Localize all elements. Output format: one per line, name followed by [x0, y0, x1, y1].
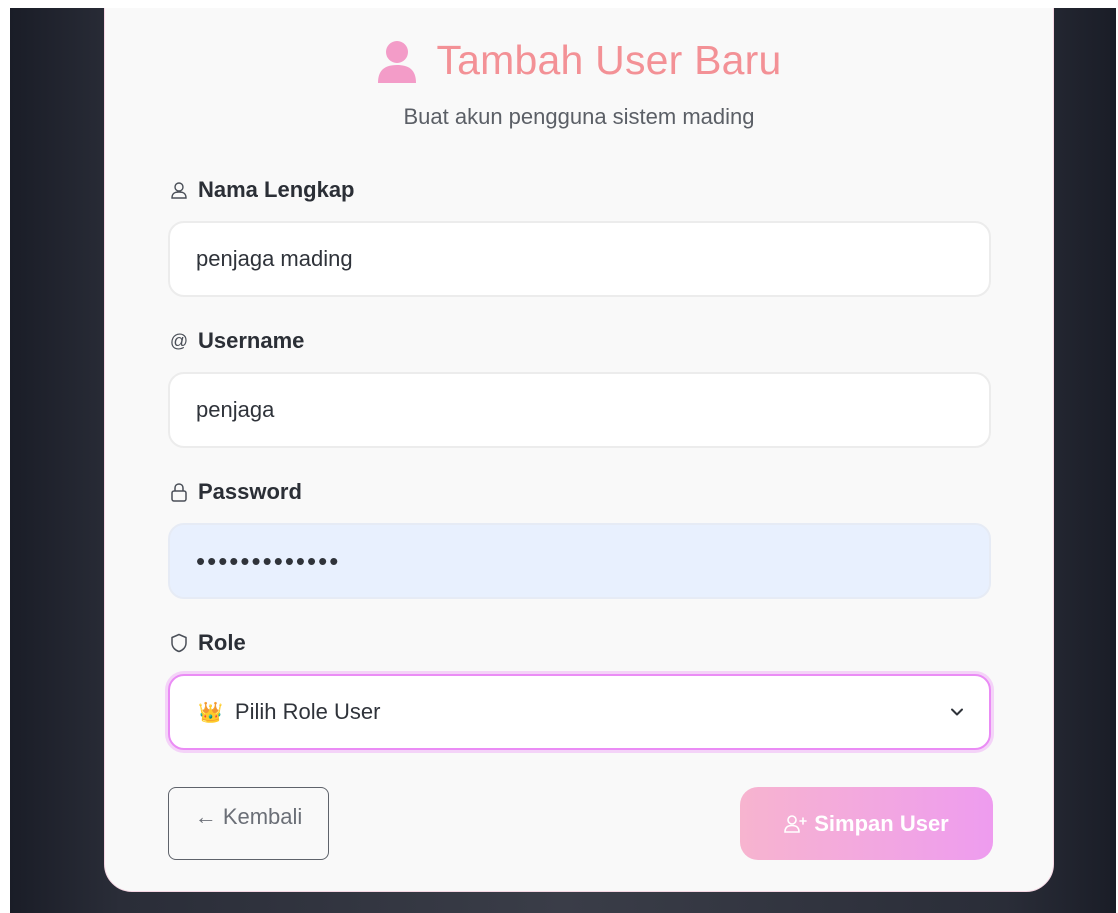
- back-button[interactable]: ← Kembali: [168, 787, 329, 860]
- password-input[interactable]: •••••••••••••: [168, 523, 991, 599]
- page-title: Tambah User Baru: [436, 37, 782, 83]
- at-icon: @: [169, 330, 189, 351]
- password-label-text: Password: [198, 479, 302, 504]
- chevron-down-icon: [951, 708, 963, 716]
- nama-lengkap-input[interactable]: penjaga mading: [168, 221, 991, 297]
- page-background: Tambah User Baru Buat akun pengguna sist…: [10, 8, 1116, 913]
- lock-icon: [168, 481, 190, 503]
- password-value: •••••••••••••: [196, 545, 341, 576]
- role-label-text: Role: [198, 630, 246, 655]
- role-select-value: Pilih Role User: [234, 699, 381, 724]
- form-header: Tambah User Baru Buat akun pengguna sist…: [105, 37, 1053, 130]
- nama-lengkap-label-text: Nama Lengkap: [198, 177, 355, 202]
- nama-lengkap-label: Nama Lengkap: [168, 177, 355, 203]
- title-row: Tambah User Baru: [376, 37, 781, 84]
- username-input[interactable]: penjaga: [168, 372, 991, 448]
- username-value: penjaga: [196, 397, 275, 422]
- user-icon: [378, 40, 417, 83]
- role-label: Role: [168, 630, 246, 656]
- page-subtitle: Buat akun pengguna sistem mading: [403, 103, 755, 129]
- role-select[interactable]: 👑 Pilih Role User: [168, 674, 991, 750]
- username-label: @ Username: [168, 328, 305, 354]
- add-user-card: Tambah User Baru Buat akun pengguna sist…: [104, 8, 1054, 892]
- username-label-text: Username: [198, 328, 305, 353]
- save-button-label: Simpan User: [814, 810, 949, 836]
- back-button-label: ← Kembali: [194, 804, 303, 829]
- shield-icon: [168, 632, 190, 654]
- user-plus-icon: [784, 814, 808, 833]
- nama-lengkap-value: penjaga mading: [196, 246, 353, 271]
- user-outline-icon: [168, 179, 190, 201]
- password-label: Password: [168, 479, 302, 505]
- crown-icon: 👑: [198, 701, 223, 724]
- save-user-button[interactable]: Simpan User: [740, 787, 993, 860]
